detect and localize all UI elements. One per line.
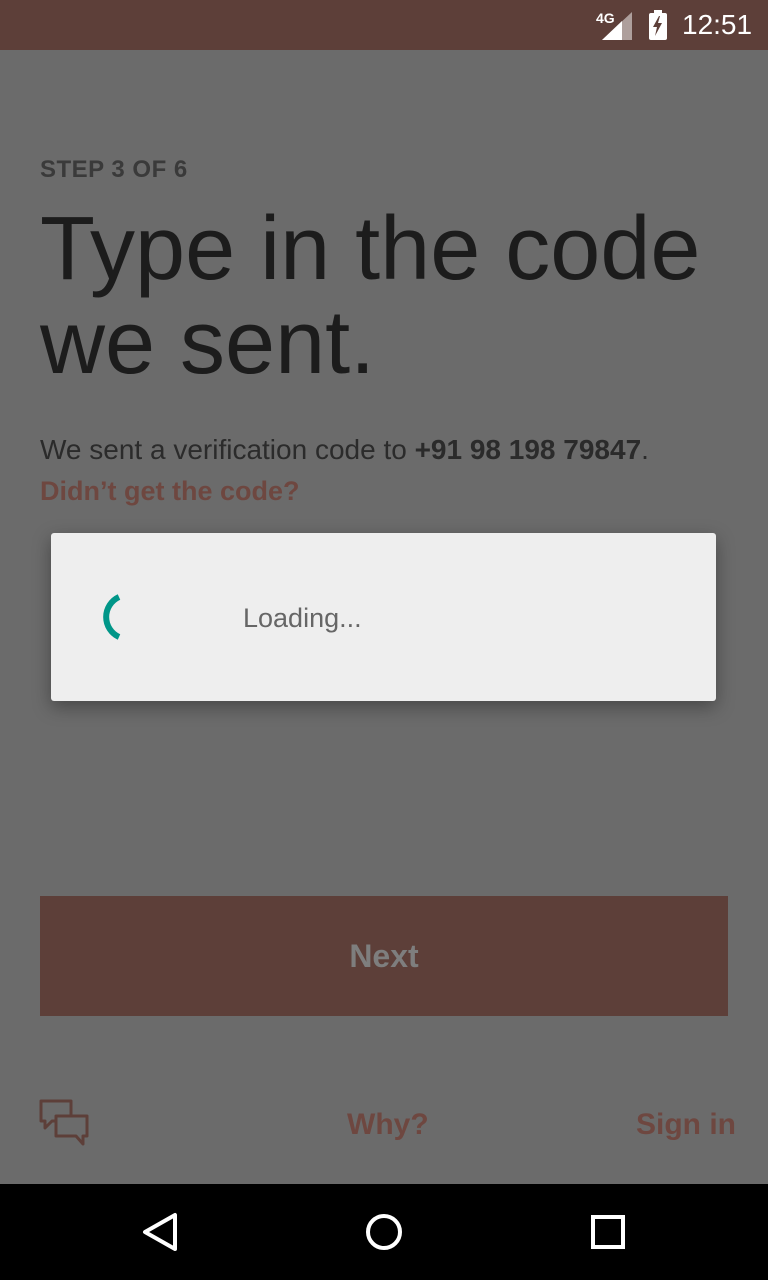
status-bar: 4G 12:51	[0, 0, 768, 50]
loading-dialog: Loading...	[51, 533, 716, 701]
signal-icon	[602, 12, 632, 40]
home-icon[interactable]	[364, 1212, 404, 1252]
phone-number: +91 98 198 79847	[414, 434, 642, 465]
description-prefix: We sent a verification code to	[40, 434, 415, 465]
verification-description: We sent a verification code to +91 98 19…	[40, 434, 740, 466]
next-button[interactable]: Next	[40, 896, 728, 1016]
loading-spinner-icon	[103, 594, 121, 640]
battery-charging-icon	[649, 10, 667, 40]
step-label: STEP 3 OF 6	[40, 156, 188, 183]
loading-text: Loading...	[243, 603, 362, 633]
clock: 12:51	[682, 9, 753, 40]
sign-in-link[interactable]: Sign in	[636, 1108, 736, 1142]
description-suffix: .	[641, 434, 649, 465]
page-title: Type in the code we sent.	[40, 199, 701, 393]
back-icon[interactable]	[140, 1212, 180, 1252]
why-link[interactable]: Why?	[347, 1108, 429, 1142]
recents-icon[interactable]	[590, 1212, 626, 1252]
resend-code-link[interactable]: Didn’t get the code?	[40, 476, 300, 507]
navigation-bar	[0, 1184, 768, 1280]
chat-icon[interactable]	[38, 1098, 90, 1148]
